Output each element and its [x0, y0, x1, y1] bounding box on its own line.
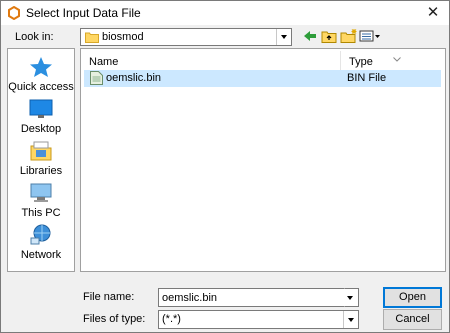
- look-in-combo[interactable]: biosmod: [80, 28, 292, 46]
- place-label: This PC: [21, 207, 61, 219]
- file-name-input[interactable]: [158, 288, 359, 307]
- look-in-label: Look in:: [15, 31, 54, 43]
- cancel-button[interactable]: Cancel: [383, 309, 442, 330]
- new-folder-icon: [340, 29, 357, 43]
- file-name-label: File name:: [83, 291, 135, 303]
- new-folder-button[interactable]: [340, 28, 358, 44]
- file-icon: [90, 71, 103, 88]
- libraries-icon: [30, 141, 52, 161]
- up-folder-icon: [321, 31, 337, 43]
- place-quick-access[interactable]: Quick access: [8, 55, 74, 93]
- chevron-down-icon[interactable]: [343, 311, 358, 328]
- back-button[interactable]: [302, 28, 318, 44]
- place-label: Network: [20, 249, 62, 261]
- star-icon: [30, 57, 52, 77]
- chevron-down-icon: [343, 289, 358, 306]
- files-of-type-combo[interactable]: (*.*): [158, 310, 359, 329]
- network-icon: [30, 224, 51, 245]
- file-name-dropdown[interactable]: [343, 288, 359, 307]
- place-this-pc[interactable]: This PC: [8, 181, 74, 219]
- view-menu-button[interactable]: [359, 28, 381, 44]
- files-of-type-label: Files of type:: [83, 313, 146, 325]
- sort-indicator-icon: [393, 53, 401, 65]
- place-network[interactable]: Network: [8, 223, 74, 261]
- back-arrow-icon: [304, 31, 316, 41]
- place-desktop[interactable]: Desktop: [8, 97, 74, 135]
- dialog-window: Select Input Data File ✕ Look in: biosmo…: [0, 0, 450, 333]
- file-type: BIN File: [347, 72, 387, 84]
- look-in-value: biosmod: [102, 31, 144, 43]
- app-icon: [7, 5, 21, 21]
- place-libraries[interactable]: Libraries: [8, 139, 74, 177]
- folder-icon: [85, 31, 99, 46]
- close-icon: ✕: [426, 4, 440, 21]
- file-name: oemslic.bin: [106, 72, 162, 84]
- desktop-icon: [29, 99, 53, 118]
- title-bar: Select Input Data File ✕: [1, 1, 449, 25]
- up-folder-button[interactable]: [321, 28, 337, 44]
- place-label: Desktop: [20, 123, 62, 135]
- computer-icon: [30, 183, 52, 202]
- file-list[interactable]: Name Type oemslic.bin BIN File: [80, 48, 446, 272]
- places-bar: Quick access Desktop Libraries This PC N…: [7, 48, 75, 272]
- place-label: Libraries: [19, 165, 63, 177]
- open-button[interactable]: Open: [383, 287, 442, 308]
- chevron-down-icon[interactable]: [276, 29, 291, 45]
- place-label: Quick access: [8, 81, 74, 93]
- window-title: Select Input Data File: [26, 6, 141, 20]
- files-of-type-value: (*.*): [162, 313, 181, 325]
- file-row[interactable]: oemslic.bin BIN File: [84, 70, 441, 87]
- view-menu-icon: [359, 30, 380, 42]
- close-button[interactable]: ✕: [419, 3, 447, 23]
